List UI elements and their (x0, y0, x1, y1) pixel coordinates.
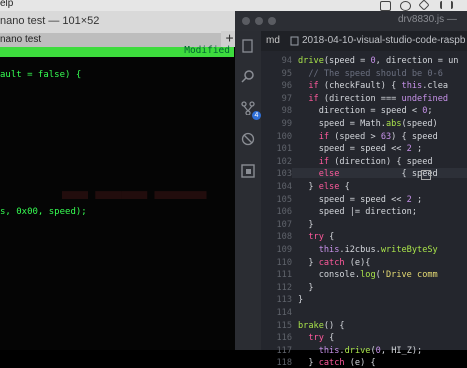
code-line[interactable]: try { (298, 232, 334, 242)
line-number: 116 (276, 333, 292, 344)
code-line[interactable]: } (298, 295, 303, 305)
line-number: 95 (281, 68, 292, 79)
dropbox-icon[interactable] (418, 0, 430, 11)
nano-status-bar: Modified (0, 45, 234, 57)
line-number: 108 (276, 232, 292, 243)
code-line[interactable]: this.i2cbus.writeByteSy (298, 245, 438, 255)
line-number: 111 (276, 270, 292, 281)
terminal-titlebar: nano test — 101×52 (0, 11, 238, 34)
code-line[interactable]: drive(speed = 0, direction = un (298, 56, 458, 66)
line-number: 113 (276, 295, 292, 306)
code-line[interactable]: speed = speed << 2 ; (298, 144, 423, 154)
line-number: 114 (276, 308, 292, 318)
line-number: 117 (276, 345, 292, 356)
menu-bar: elp (0, 0, 467, 11)
code-line[interactable]: direction = speed < 0; (298, 106, 433, 116)
code-line[interactable]: else { speed (298, 169, 438, 179)
code-line[interactable]: speed = Math.abs(speed) (298, 119, 438, 129)
line-number: 105 (276, 194, 292, 205)
code-line[interactable]: brake() { (298, 321, 345, 331)
line-number: 104 (276, 182, 292, 192)
breadcrumb[interactable]: 2018-04-10-visual-studio-code-raspb (302, 35, 465, 46)
debug-icon[interactable] (241, 132, 255, 146)
line-number: 115 (276, 320, 292, 331)
file-icon (290, 36, 299, 46)
editor-titlebar: drv8830.js — (235, 11, 467, 31)
display-icon[interactable] (380, 1, 391, 11)
code-line[interactable]: if (checkFault) { this.clea (298, 81, 448, 91)
terminal-body[interactable]: ▬ ▬▬ ▬▬ (0, 47, 238, 350)
code-line[interactable]: if (direction) { speed (298, 157, 433, 167)
line-number: 112 (276, 282, 292, 293)
code-line[interactable]: // The speed should be 0-6 (298, 69, 443, 79)
line-number: 96 (281, 81, 292, 92)
close-window-button[interactable] (242, 17, 250, 25)
terminal-title: nano test — 101×52 (0, 15, 100, 27)
line-number: 110 (276, 257, 292, 268)
code-line[interactable]: } catch (e){ (298, 258, 370, 268)
activity-bar (235, 31, 261, 350)
source-control-badge: 4 (252, 111, 261, 120)
terminal-line: s, 0x00, speed); (0, 207, 87, 217)
line-number: 107 (276, 219, 292, 230)
code-line[interactable]: } else { (298, 182, 349, 192)
line-number: 101 (276, 144, 292, 155)
editor-title: drv8830.js — (398, 14, 457, 25)
line-number: 106 (276, 207, 292, 218)
editor-tab-bar: md 2018-04-10-visual-studio-code-raspb (261, 31, 467, 51)
code-line[interactable]: try { (298, 333, 334, 343)
code-line[interactable]: } catch (e) { (298, 358, 375, 368)
extensions-icon[interactable] (241, 164, 255, 178)
bracket-match-highlight (421, 170, 431, 180)
sidebar-tab-md[interactable]: md (266, 35, 280, 46)
line-number: 100 (276, 131, 292, 142)
code-line[interactable]: speed = speed << 2 ; (298, 195, 423, 205)
code-line[interactable]: if (direction === undefined (298, 94, 448, 104)
line-number: 94 (281, 56, 292, 66)
explorer-icon[interactable] (241, 39, 255, 53)
terminal-line: ault = false) { (0, 70, 82, 80)
terminal-tab[interactable]: nano test (0, 34, 41, 45)
time-machine-icon[interactable] (400, 1, 411, 11)
zoom-window-button[interactable] (268, 17, 276, 25)
line-number: 98 (281, 106, 292, 117)
code-line[interactable]: if (speed > 63) { speed (298, 132, 438, 142)
background-logo: ▬ ▬▬ ▬▬ (62, 175, 207, 205)
line-number: 118 (276, 358, 292, 368)
line-number: 97 (281, 93, 292, 104)
nano-status: Modified (184, 45, 230, 56)
line-number: 102 (276, 156, 292, 167)
code-line[interactable]: console.log('Drive comm (298, 270, 438, 280)
code-line[interactable]: } (298, 220, 313, 230)
grip-icon[interactable] (440, 1, 453, 9)
code-line[interactable]: this.drive(0, HI_Z); (298, 346, 423, 356)
code-line[interactable]: speed |= direction; (298, 207, 417, 217)
menu-help[interactable]: elp (0, 0, 13, 9)
code-line[interactable]: } (298, 283, 313, 293)
line-number: 99 (281, 119, 292, 129)
minimize-window-button[interactable] (255, 17, 263, 25)
line-number: 109 (276, 245, 292, 255)
search-icon[interactable] (241, 69, 255, 83)
line-number: 103 (276, 169, 292, 180)
